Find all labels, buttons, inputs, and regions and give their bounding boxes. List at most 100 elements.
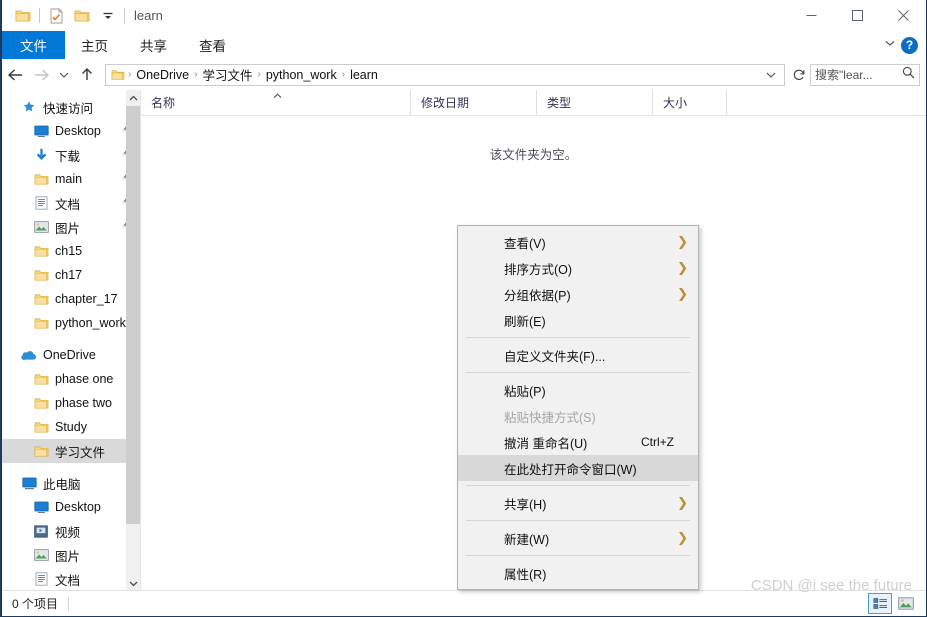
sidebar-item-python-work[interactable]: python_work xyxy=(2,311,140,335)
context-menu[interactable]: 查看(V) ❯ 排序方式(O) ❯ 分组依据(P) ❯ 刷新(E) 自定义文件夹… xyxy=(457,225,699,590)
breadcrumb-learn[interactable]: learn xyxy=(346,68,382,82)
forward-button[interactable] xyxy=(28,62,54,88)
breadcrumb-study-files[interactable]: 学习文件 xyxy=(198,65,256,84)
menu-item-customize-folder[interactable]: 自定义文件夹(F)... xyxy=(458,342,698,368)
sidebar-item-pc-pictures[interactable]: 图片 xyxy=(2,543,140,567)
folder-icon[interactable] xyxy=(10,4,36,28)
folder-icon xyxy=(32,421,50,434)
column-header-type[interactable]: 类型 xyxy=(537,90,653,115)
sidebar-item-ch15[interactable]: ch15 xyxy=(2,239,140,263)
sidebar-label: 学习文件 xyxy=(55,445,106,460)
sidebar-item-phase-two[interactable]: phase two xyxy=(2,391,140,415)
sidebar-item-desktop[interactable]: Desktop xyxy=(2,119,140,143)
column-header-size[interactable]: 大小 xyxy=(653,90,727,115)
menu-item-share[interactable]: 共享(H) ❯ xyxy=(458,490,698,516)
folder-customize-icon[interactable] xyxy=(69,4,95,28)
sidebar-label: 文档 xyxy=(55,197,81,212)
folder-icon xyxy=(32,397,50,410)
recent-locations-button[interactable] xyxy=(54,62,74,88)
chevron-down-icon[interactable] xyxy=(95,4,121,28)
menu-item-undo-rename[interactable]: 撤消 重命名(U) Ctrl+Z xyxy=(458,429,698,455)
breadcrumb-python-work[interactable]: python_work xyxy=(262,68,341,82)
sidebar-item-pc-documents[interactable]: 文档 xyxy=(2,567,140,591)
sidebar-item-ch17[interactable]: ch17 xyxy=(2,263,140,287)
scrollbar-thumb[interactable] xyxy=(126,106,140,524)
menu-item-label: 撤消 重命名(U) xyxy=(504,436,588,451)
sidebar-group-quick-access[interactable]: 快速访问 xyxy=(2,95,140,119)
tab-home[interactable]: 主页 xyxy=(65,31,124,59)
sidebar-label: 图片 xyxy=(55,221,81,236)
sidebar-scrollbar[interactable] xyxy=(126,90,140,591)
tab-share[interactable]: 共享 xyxy=(124,31,183,59)
sidebar-label: ch15 xyxy=(55,244,83,258)
sidebar-label: OneDrive xyxy=(43,348,96,362)
sidebar-item-videos[interactable]: 视频 xyxy=(2,519,140,543)
menu-separator xyxy=(466,372,690,373)
sidebar-item-pictures[interactable]: 图片 xyxy=(2,215,140,239)
expand-ribbon-chevron-icon[interactable] xyxy=(883,36,897,54)
quick-access-toolbar: learn xyxy=(2,0,163,31)
scroll-up-arrow-icon[interactable] xyxy=(126,90,140,106)
sidebar-label: main xyxy=(55,172,83,186)
item-count-label: 0 个项目 xyxy=(12,597,59,611)
sidebar-item-study-files[interactable]: 学习文件 xyxy=(2,439,140,463)
help-icon[interactable]: ? xyxy=(901,36,918,54)
menu-item-paste-shortcut: 粘贴快捷方式(S) xyxy=(458,403,698,429)
document-icon xyxy=(32,572,50,586)
sidebar-item-pc-desktop[interactable]: Desktop xyxy=(2,495,140,519)
sidebar-item-chapter-17[interactable]: chapter_17 xyxy=(2,287,140,311)
sidebar-item-documents[interactable]: 文档 xyxy=(2,191,140,215)
address-folder-icon xyxy=(109,69,127,81)
monitor-icon xyxy=(32,125,50,138)
address-bar[interactable]: › OneDrive › 学习文件 › python_work › learn xyxy=(105,63,785,86)
window-title: learn xyxy=(134,8,163,23)
menu-item-label: 分组依据(P) xyxy=(504,288,571,303)
sidebar-label: 图片 xyxy=(55,549,81,564)
up-button[interactable] xyxy=(74,62,100,88)
sidebar-item-study[interactable]: Study xyxy=(2,415,140,439)
menu-item-open-command-window-here[interactable]: 在此处打开命令窗口(W) xyxy=(458,455,698,481)
close-button[interactable] xyxy=(880,0,926,31)
tab-file[interactable]: 文件 xyxy=(2,31,65,59)
refresh-button[interactable] xyxy=(788,64,810,86)
breadcrumb-onedrive[interactable]: OneDrive xyxy=(132,68,193,82)
cloud-icon xyxy=(20,350,38,361)
details-view-icon[interactable] xyxy=(868,593,892,614)
sidebar-group-onedrive[interactable]: OneDrive xyxy=(2,343,140,367)
submenu-arrow-icon: ❯ xyxy=(677,530,688,545)
sidebar-group-this-pc[interactable]: 此电脑 xyxy=(2,471,140,495)
new-folder-icon[interactable] xyxy=(43,4,69,28)
column-headers: 名称 修改日期 类型 大小 xyxy=(141,90,926,116)
maximize-button[interactable] xyxy=(834,0,880,31)
sidebar-label: 文档 xyxy=(55,573,81,588)
sidebar-item-phase-one[interactable]: phase one xyxy=(2,367,140,391)
sidebar-item-main[interactable]: main xyxy=(2,167,140,191)
address-dropdown-icon[interactable] xyxy=(759,70,783,80)
tab-view[interactable]: 查看 xyxy=(183,31,242,59)
menu-separator xyxy=(466,485,690,486)
menu-item-properties[interactable]: 属性(R) xyxy=(458,560,698,586)
menu-item-view[interactable]: 查看(V) ❯ xyxy=(458,229,698,255)
search-icon xyxy=(902,66,915,84)
menu-item-new[interactable]: 新建(W) ❯ xyxy=(458,525,698,551)
menu-item-sort-by[interactable]: 排序方式(O) ❯ xyxy=(458,255,698,281)
column-header-name[interactable]: 名称 xyxy=(141,90,411,115)
minimize-button[interactable] xyxy=(788,0,834,31)
large-icons-view-icon[interactable] xyxy=(894,593,918,614)
menu-item-paste[interactable]: 粘贴(P) xyxy=(458,377,698,403)
folder-icon xyxy=(32,445,50,458)
submenu-arrow-icon: ❯ xyxy=(677,495,688,510)
search-input[interactable]: 搜索"lear... xyxy=(810,63,920,86)
submenu-arrow-icon: ❯ xyxy=(677,260,688,275)
menu-item-group-by[interactable]: 分组依据(P) ❯ xyxy=(458,281,698,307)
folder-tree: 快速访问 Desktop 下载 main 文档 图片 ch15 ch17 cha… xyxy=(2,90,140,591)
menu-item-refresh[interactable]: 刷新(E) xyxy=(458,307,698,333)
search-placeholder: 搜索"lear... xyxy=(815,68,873,82)
navigation-pane: 快速访问 Desktop 下载 main 文档 图片 ch15 ch17 cha… xyxy=(2,90,140,591)
column-header-date-modified[interactable]: 修改日期 xyxy=(411,90,537,115)
sort-indicator-icon xyxy=(273,91,282,102)
sidebar-item-downloads[interactable]: 下载 xyxy=(2,143,140,167)
scroll-down-arrow-icon[interactable] xyxy=(126,575,140,591)
back-button[interactable] xyxy=(2,62,28,88)
